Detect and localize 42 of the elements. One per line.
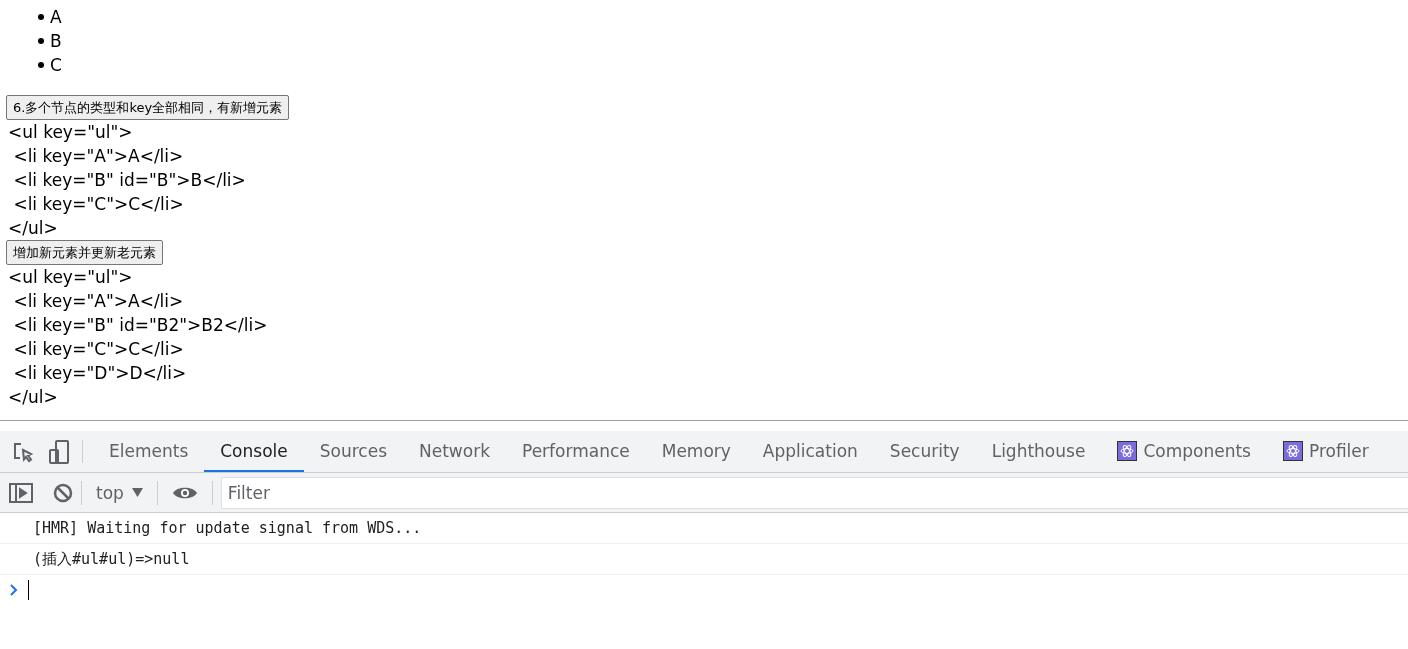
atom-icon: [1282, 440, 1303, 461]
chevron-icon: [10, 584, 18, 596]
list-item: B: [50, 31, 62, 51]
code-line: <li key="D">D</li>: [12, 363, 187, 383]
clear-icon[interactable]: [53, 482, 73, 503]
code-line: <ul key="ul">: [8, 122, 133, 142]
code-line: <li key="A">A</li>: [12, 146, 184, 166]
filter-field[interactable]: Filter: [220, 476, 1408, 509]
context-selector[interactable]: top: [90, 482, 149, 503]
inspect-icon[interactable]: [12, 440, 34, 463]
device-icon[interactable]: [48, 439, 70, 464]
caret-icon: [131, 488, 143, 497]
action-button[interactable]: 增加新元素并更新老元素: [6, 240, 163, 265]
list-item: C: [50, 55, 62, 75]
devtools-tab[interactable]: Sources: [303, 431, 403, 472]
list-item: A: [50, 7, 62, 27]
devtools-tab[interactable]: Security: [873, 431, 976, 472]
console-message: (插入#ul#ul)=>null: [33, 549, 190, 569]
code-line: <li key="C">C</li>: [12, 194, 184, 214]
action-button[interactable]: 6.多个节点的类型和key全部相同，有新增元素: [6, 95, 290, 120]
code-line: </ul>: [8, 218, 58, 238]
bullet-icon: [38, 38, 44, 44]
devtools-tab[interactable]: Profiler: [1266, 431, 1385, 472]
devtools-tab[interactable]: Elements: [93, 431, 205, 472]
devtools-tab[interactable]: Memory: [645, 431, 747, 472]
devtools-tab[interactable]: Performance: [506, 431, 646, 472]
devtools-tab[interactable]: Components: [1101, 431, 1267, 472]
text-cursor: [28, 580, 29, 600]
bullet-icon: [38, 14, 44, 20]
devtools-tab[interactable]: Network: [403, 431, 506, 472]
sidebar-toggle-icon[interactable]: [9, 482, 33, 503]
code-line: <ul key="ul">: [8, 267, 133, 287]
devtools-tab[interactable]: Lighthouse: [975, 431, 1102, 472]
bullet-icon: [38, 62, 44, 68]
code-line: <li key="B" id="B2">B2</li>: [12, 315, 268, 335]
code-line: </ul>: [8, 387, 58, 407]
code-line: <li key="B" id="B">B</li>: [12, 170, 246, 190]
atom-icon: [1117, 440, 1138, 461]
devtools-tab[interactable]: Application: [746, 431, 874, 472]
code-line: <li key="C">C</li>: [12, 339, 184, 359]
code-line: <li key="A">A</li>: [12, 291, 184, 311]
console-message: [HMR] Waiting for update signal from WDS...: [33, 519, 422, 537]
